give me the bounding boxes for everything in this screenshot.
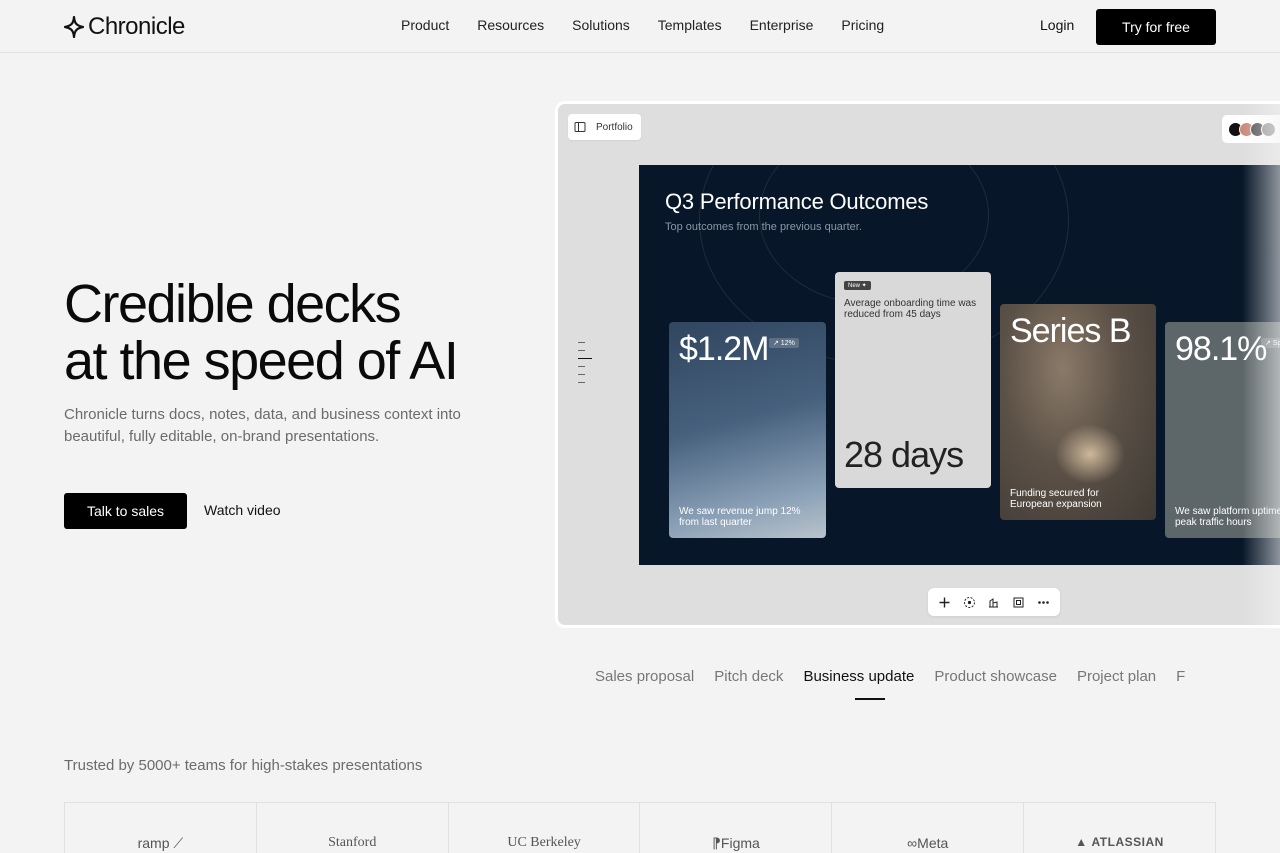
more-options-button[interactable] xyxy=(1035,593,1053,611)
more-icon xyxy=(1038,600,1049,604)
tabs-fade-left xyxy=(570,660,590,700)
metric-value: Series B xyxy=(1010,312,1131,350)
chart-button[interactable] xyxy=(985,593,1003,611)
logo-figma: ⁋ Figma xyxy=(639,803,831,853)
slide-subtitle: Top outcomes from the previous quarter. xyxy=(665,221,862,233)
hero-title-line-2: at the speed of AI xyxy=(64,331,459,391)
presentation-slide[interactable]: Q3 Performance Outcomes Top outcomes fro… xyxy=(639,165,1280,565)
logo-text: Stanford xyxy=(328,835,377,850)
nav-item-enterprise[interactable]: Enterprise xyxy=(750,17,814,33)
sparkle-icon xyxy=(963,596,975,608)
active-tab-indicator xyxy=(855,698,885,700)
talk-to-sales-button[interactable]: Talk to sales xyxy=(64,493,187,529)
logo-meta: ∞ Meta xyxy=(831,803,1023,853)
trend-chip: ↗ Spi xyxy=(1261,338,1280,348)
tab-business-update[interactable]: Business update xyxy=(803,668,914,685)
slide-title: Q3 Performance Outcomes xyxy=(665,189,929,214)
nav-item-templates[interactable]: Templates xyxy=(658,17,722,33)
logo-text: Figma xyxy=(720,835,760,851)
frame-icon xyxy=(1013,597,1024,607)
sparkle-logo-icon xyxy=(64,16,84,38)
metric-value: $1.2M xyxy=(679,330,769,368)
add-button[interactable] xyxy=(935,593,953,611)
collaborator-avatars[interactable] xyxy=(1222,115,1280,143)
slide-indicator[interactable] xyxy=(578,342,585,343)
metric-card-funding[interactable]: Series B Funding secured for European ex… xyxy=(1000,304,1156,520)
metric-card-onboarding[interactable]: New ✦ Average onboarding time was reduce… xyxy=(835,272,991,488)
slide-toolbar xyxy=(928,588,1060,616)
metric-caption: We saw platform uptime i peak traffic ho… xyxy=(1175,506,1280,528)
metric-description: Average onboarding time was reduced from… xyxy=(844,298,977,320)
new-badge: New ✦ xyxy=(844,281,871,290)
slide-indicator[interactable] xyxy=(578,374,585,375)
logo-text: ramp xyxy=(137,835,170,851)
frame-button[interactable] xyxy=(1010,593,1028,611)
slide-indicator[interactable] xyxy=(578,382,585,383)
brand-name: Chronicle xyxy=(88,13,185,40)
slide-indicator[interactable] xyxy=(578,366,585,367)
tab-partial[interactable]: F xyxy=(1176,668,1185,685)
product-demo-frame: Portfolio Q3 Performance Outcomes Top ou… xyxy=(555,101,1280,628)
metric-caption: We saw revenue jump 12% from last quarte… xyxy=(679,506,801,528)
watch-video-link[interactable]: Watch video xyxy=(204,502,281,518)
nav-item-resources[interactable]: Resources xyxy=(477,17,544,33)
nav-item-product[interactable]: Product xyxy=(401,17,449,33)
meta-mark-icon: ∞ xyxy=(907,835,918,851)
slide-indicator-active[interactable] xyxy=(578,358,592,359)
ramp-mark-icon: ⟋ xyxy=(173,835,184,851)
metric-card-revenue[interactable]: $1.2M ↗ 12% We saw revenue jump 12% from… xyxy=(669,322,826,538)
logo-text: UC Berkeley xyxy=(507,835,581,850)
nav-item-solutions[interactable]: Solutions xyxy=(572,17,630,33)
slide-thumbnail-rail[interactable] xyxy=(578,342,592,383)
tabs-overflow-mask xyxy=(1205,660,1280,700)
logo-stanford: Stanford xyxy=(255,803,448,853)
sidebar-toggle-icon xyxy=(574,122,586,132)
plus-icon xyxy=(939,597,950,607)
ai-assist-button[interactable] xyxy=(960,593,978,611)
login-link[interactable]: Login xyxy=(1040,17,1074,33)
brand-logo[interactable]: Chronicle xyxy=(64,13,185,41)
main-nav: Product Resources Solutions Templates En… xyxy=(401,17,884,33)
workspace-selector[interactable]: Portfolio xyxy=(568,114,641,140)
chart-icon xyxy=(989,597,999,607)
template-tabs: Sales proposal Pitch deck Business updat… xyxy=(595,668,1185,685)
trusted-by-label: Trusted by 5000+ teams for high-stakes p… xyxy=(64,757,423,774)
logo-ramp: ramp ⟋ xyxy=(64,803,256,853)
hero-subtitle: Chronicle turns docs, notes, data, and b… xyxy=(64,406,461,445)
avatar xyxy=(1261,121,1276,137)
logo-text: Meta xyxy=(917,835,949,851)
slide-indicator[interactable] xyxy=(578,350,585,351)
metric-caption: Funding secured for European expansion xyxy=(1010,488,1102,510)
workspace-name: Portfolio xyxy=(596,121,633,133)
logo-text: ATLASSIAN xyxy=(1091,835,1164,849)
logo-uc-berkeley: UC Berkeley xyxy=(447,803,640,853)
metric-value: 98.1% xyxy=(1175,330,1267,368)
hero-title-line-1: Credible decks xyxy=(64,274,402,334)
tab-pitch-deck[interactable]: Pitch deck xyxy=(714,668,783,685)
trend-chip: ↗ 12% xyxy=(769,338,799,348)
atlassian-mark-icon: ▲ xyxy=(1075,835,1092,849)
metric-card-uptime[interactable]: 98.1% ↗ Spi We saw platform uptime i pea… xyxy=(1165,322,1280,538)
top-nav-bar: Chronicle Product Resources Solutions Te… xyxy=(0,0,1280,53)
logo-atlassian: ▲ ATLASSIAN xyxy=(1023,803,1216,853)
try-for-free-button[interactable]: Try for free xyxy=(1096,9,1216,45)
figma-mark-icon: ⁋ xyxy=(711,835,721,851)
customer-logo-grid: ramp ⟋ Stanford UC Berkeley ⁋ Figma ∞ Meta… xyxy=(64,802,1216,853)
tab-product-showcase[interactable]: Product showcase xyxy=(934,668,1057,685)
nav-item-pricing[interactable]: Pricing xyxy=(841,17,884,33)
tab-project-plan[interactable]: Project plan xyxy=(1077,668,1156,685)
metric-value: 28 days xyxy=(844,434,964,475)
tab-sales-proposal[interactable]: Sales proposal xyxy=(595,668,694,685)
hero-title: Credible decks at the speed of AI xyxy=(64,274,459,391)
